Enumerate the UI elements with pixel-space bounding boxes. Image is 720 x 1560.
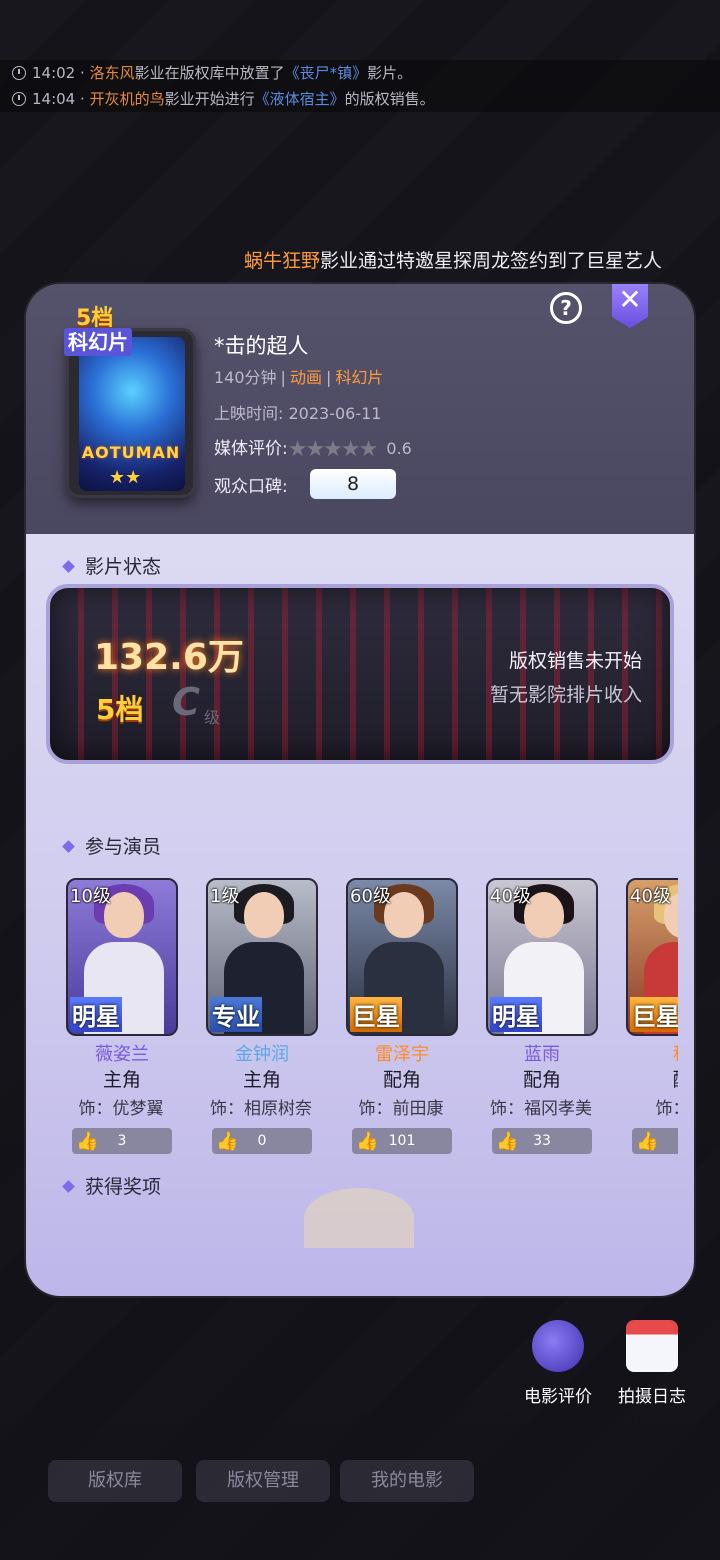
box-office-value: 132.6万 xyxy=(94,637,244,678)
actor-character: 饰：江 xyxy=(655,1099,679,1119)
actor-card[interactable]: 60级 巨星 雷泽宇 配角 饰：前田康 👍 101 xyxy=(346,878,458,1158)
movie-review-button[interactable]: 电影评价 xyxy=(510,1320,606,1407)
ticker-studio: 开灰机的鸟 xyxy=(89,90,165,108)
actor-rank-badge: 明星 xyxy=(490,997,542,1032)
section-awards: 获得奖项 xyxy=(62,1172,161,1199)
actor-role: 配角 xyxy=(522,1069,561,1091)
actor-rank-badge: 明星 xyxy=(70,997,122,1032)
actor-role: 配角 xyxy=(382,1069,421,1091)
status-grade-suffix: 级 xyxy=(204,708,221,727)
ticker-studio: 洛东风 xyxy=(89,64,135,82)
thumbs-up-icon: 👍 xyxy=(356,1131,379,1152)
poster-title-art: AOTUMAN xyxy=(81,443,181,462)
audience-wom-label: 观众口碑: xyxy=(214,477,288,497)
theater-income: 暂无影院排片收入 xyxy=(489,684,642,706)
actor-character: 饰：前田康 xyxy=(358,1099,444,1119)
ticker-line: 14:04 · 开灰机的鸟影业开始进行《液体宿主》的版权销售。 xyxy=(12,86,720,112)
broadcast-message: 蜗牛狂野影业通过特邀星探周龙签约到了巨星艺人 xyxy=(243,250,662,272)
actor-name: 金钟润 xyxy=(235,1044,289,1065)
actor-name: 蓝雨 xyxy=(524,1044,560,1065)
actor-level: 10级 xyxy=(70,886,111,907)
review-quill-icon xyxy=(532,1320,584,1372)
actor-character: 饰：福冈孝美 xyxy=(490,1099,592,1119)
calendar-icon xyxy=(626,1320,678,1372)
status-card: 132.6万 5档 C 级 版权销售未开始 暂无影院排片收入 xyxy=(46,584,674,764)
thumbs-up-icon: 👍 xyxy=(216,1131,239,1152)
actor-level: 60级 xyxy=(350,886,391,907)
poster-stars: ★★ xyxy=(109,467,142,488)
audience-wom-value: 8 xyxy=(310,469,396,499)
clock-icon xyxy=(12,66,26,80)
actor-character: 饰：相原树奈 xyxy=(210,1099,312,1119)
like-button[interactable]: 👍 33 xyxy=(492,1128,592,1154)
copyright-status: 版权销售未开始 xyxy=(508,650,642,672)
actor-portrait: 40级 明星 xyxy=(486,878,598,1036)
diamond-icon xyxy=(62,1180,75,1193)
help-button[interactable]: ? xyxy=(550,292,582,324)
actor-name: 雷泽宇 xyxy=(375,1044,429,1065)
status-grade: C xyxy=(172,680,200,724)
like-button[interactable]: 👍 xyxy=(632,1128,678,1154)
section-cast: 参与演员 xyxy=(62,832,161,859)
tab-copyright-management[interactable]: 版权管理 xyxy=(196,1460,330,1502)
status-tier: 5档 xyxy=(96,693,144,726)
ticker-film: 《液体宿主》 xyxy=(254,90,345,108)
actor-card[interactable]: 40级 明星 蓝雨 配角 饰：福冈孝美 👍 33 xyxy=(486,878,598,1158)
actor-card[interactable]: 1级 专业 金钟润 主角 饰：相原树奈 👍 0 xyxy=(206,878,318,1158)
ticker-film: 《丧尸*镇》 xyxy=(284,64,368,82)
shooting-log-button[interactable]: 拍摄日志 xyxy=(604,1320,700,1407)
diamond-icon xyxy=(62,560,75,573)
cast-list[interactable]: 10级 明星 薇姿兰 主角 饰：优梦翼 👍 3 1级 专业 金钟润 主角 饰：相原… xyxy=(66,878,678,1168)
actor-rank-badge: 专业 xyxy=(210,997,262,1032)
thumbs-up-icon: 👍 xyxy=(636,1131,659,1152)
tab-copyright-library[interactable]: 版权库 xyxy=(48,1460,182,1502)
actor-character: 饰：优梦翼 xyxy=(78,1099,164,1119)
diamond-icon xyxy=(62,840,75,853)
like-button[interactable]: 👍 101 xyxy=(352,1128,452,1154)
section-film-status: 影片状态 xyxy=(62,552,161,579)
like-button[interactable]: 👍 3 xyxy=(72,1128,172,1154)
release-date: 上映时间: 2023-06-11 xyxy=(214,404,382,423)
actor-portrait: 10级 明星 xyxy=(66,878,178,1036)
actor-level: 40级 xyxy=(490,886,531,907)
actor-rank-badge: 巨星 xyxy=(630,997,678,1032)
thumbs-up-icon: 👍 xyxy=(76,1131,99,1152)
trophy-icon xyxy=(304,1188,414,1248)
clock-icon xyxy=(12,92,26,106)
rating-stars-icon: ★★★★★ xyxy=(287,437,379,462)
actor-role: 配 xyxy=(626,1065,678,1092)
actor-role: 主角 xyxy=(102,1069,141,1091)
like-button[interactable]: 👍 0 xyxy=(212,1128,312,1154)
actor-level: 1级 xyxy=(210,886,240,907)
media-rating: 媒体评价:★★★★★ 0.6 xyxy=(214,437,412,462)
actor-name: 科 xyxy=(626,1040,678,1066)
actor-level: 40级 xyxy=(630,886,671,907)
actor-card[interactable]: 10级 明星 薇姿兰 主角 饰：优梦翼 👍 3 xyxy=(66,878,178,1158)
actor-portrait: 40级 巨星 xyxy=(626,878,678,1036)
actor-portrait: 1级 专业 xyxy=(206,878,318,1036)
actor-face xyxy=(244,892,284,938)
tab-my-movies[interactable]: 我的电影 xyxy=(340,1460,474,1502)
news-ticker: 14:02 · 洛东风影业在版权库中放置了《丧尸*镇》影片。 14:04 · 开… xyxy=(0,60,720,112)
actor-rank-badge: 巨星 xyxy=(350,997,402,1032)
genre-badge: 科幻片 xyxy=(64,328,132,356)
actor-card[interactable]: 40级 巨星 科 配 饰：江 👍 xyxy=(626,878,678,1158)
actor-role: 主角 xyxy=(242,1069,281,1091)
movie-meta: 140分钟 | 动画 | 科幻片 xyxy=(214,368,384,387)
thumbs-up-icon: 👍 xyxy=(496,1131,519,1152)
movie-title: *击的超人 xyxy=(214,334,309,358)
movie-detail-panel: ? ✕ AOTUMAN ★★ 5档 科幻片 *击的超人 140分钟 | 动画 | 科幻片… xyxy=(26,284,694,1296)
actor-name: 薇姿兰 xyxy=(95,1044,149,1065)
actor-portrait: 60级 巨星 xyxy=(346,878,458,1036)
ticker-line: 14:02 · 洛东风影业在版权库中放置了《丧尸*镇》影片。 xyxy=(12,60,720,86)
